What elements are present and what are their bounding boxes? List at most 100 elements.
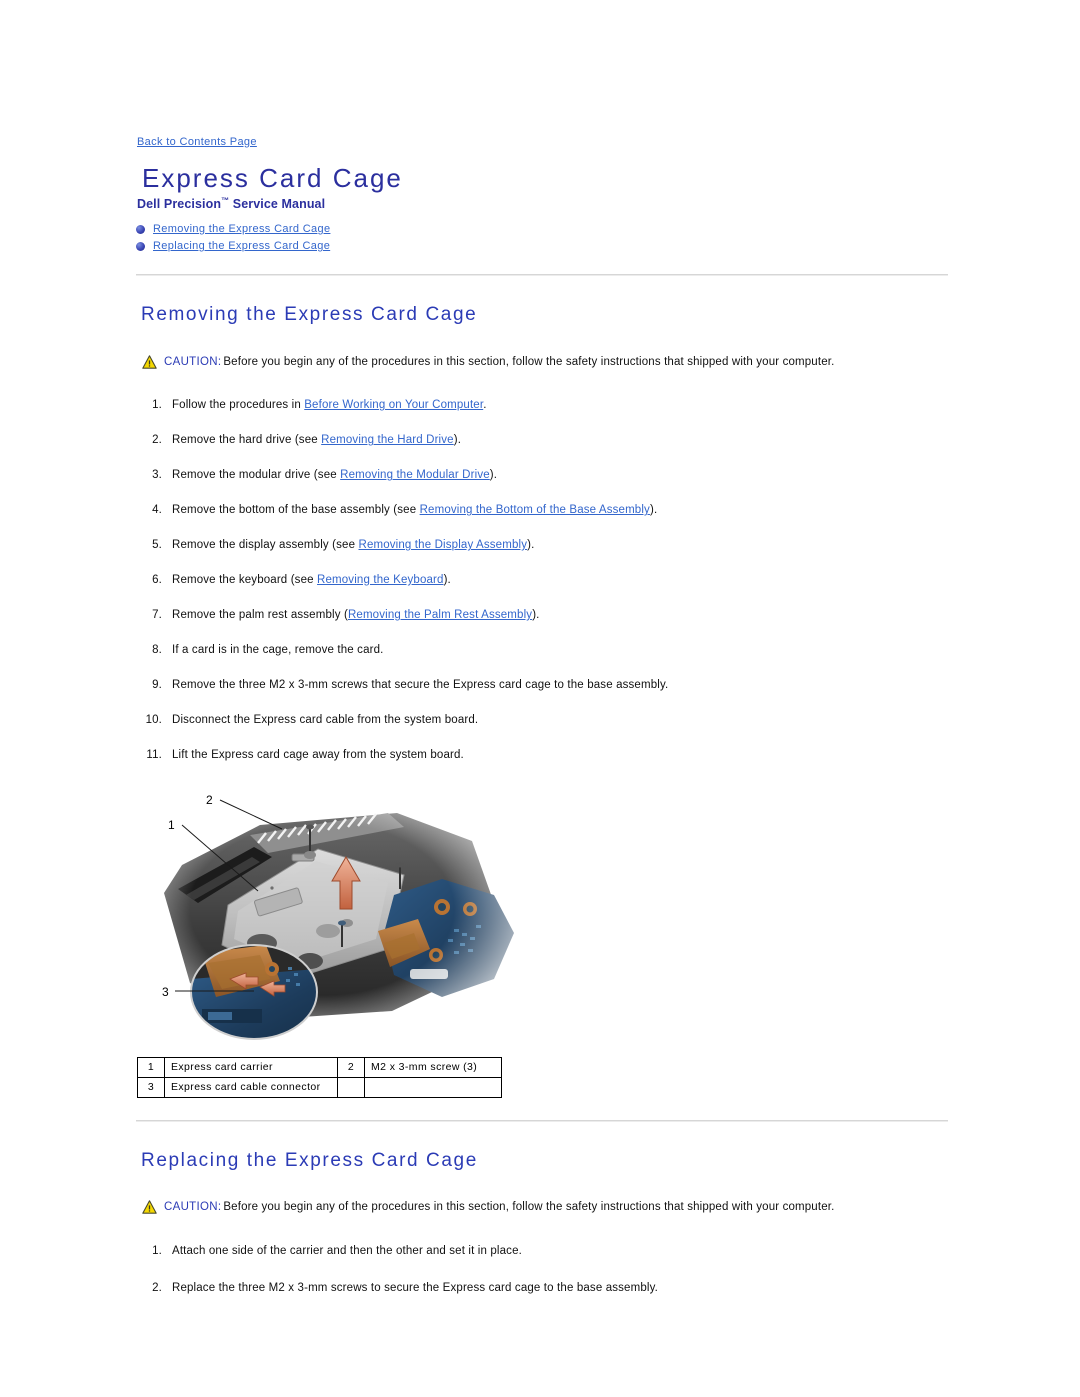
legend-label: Express card cable connector bbox=[164, 1076, 338, 1098]
caution-replacing: CAUTION: Before you begin any of the pro… bbox=[142, 1200, 952, 1220]
step-text-pre: Remove the hard drive (see bbox=[172, 434, 322, 447]
step-number: 11. bbox=[146, 748, 162, 761]
step-item: 8. If a card is in the cage, remove the c… bbox=[136, 643, 952, 658]
step-text-post: ). bbox=[489, 469, 498, 482]
step-text-pre: Remove the palm rest assembly ( bbox=[172, 608, 348, 621]
toc-link-replacing[interactable]: Replacing the Express Card Cage bbox=[153, 240, 330, 252]
step-link[interactable]: Removing the Palm Rest Assembly bbox=[348, 609, 532, 621]
figure-legend-table: 1 Express card carrier 2 M2 x 3-mm screw… bbox=[137, 1056, 502, 1098]
legend-label: Express card carrier bbox=[164, 1056, 338, 1078]
legend-label: M2 x 3-mm screw (3) bbox=[364, 1056, 502, 1078]
table-of-contents: Removing the Express Card Cage Replacing… bbox=[136, 223, 952, 252]
step-item: 4. Remove the bottom of the base assembly… bbox=[136, 503, 952, 518]
toc-item-replacing[interactable]: Replacing the Express Card Cage bbox=[136, 240, 952, 252]
step-text-post: ). bbox=[453, 434, 462, 447]
divider-bottom bbox=[136, 1119, 948, 1122]
step-text-post: . bbox=[483, 399, 487, 412]
page-title: Express Card Cage bbox=[142, 163, 403, 193]
callout-number-1: 1 bbox=[168, 818, 175, 832]
divider-top bbox=[136, 274, 948, 277]
step-text-pre: Follow the procedures in bbox=[172, 399, 305, 412]
toc-link-removing[interactable]: Removing the Express Card Cage bbox=[153, 223, 330, 235]
section-heading-replacing: Replacing the Express Card Cage bbox=[141, 1149, 478, 1171]
step-number: 1. bbox=[152, 399, 162, 412]
step-number: 2. bbox=[152, 434, 162, 447]
caution-text: Before you begin any of the procedures i… bbox=[223, 1201, 835, 1214]
step-link[interactable]: Removing the Hard Drive bbox=[321, 434, 454, 446]
step-number: 4. bbox=[152, 504, 162, 517]
step-item: 6. Remove the keyboard (see Removing the … bbox=[136, 573, 952, 588]
step-link[interactable]: Removing the Keyboard bbox=[317, 574, 444, 586]
figure-express-card-cage: 2 1 3 bbox=[142, 782, 542, 1045]
step-number: 3. bbox=[152, 469, 162, 482]
step-text-pre: Remove the modular drive (see bbox=[172, 469, 341, 482]
subtitle-brand: Dell Precision bbox=[137, 197, 222, 212]
legend-index: 1 bbox=[137, 1056, 165, 1078]
step-text-pre: If a card is in the cage, remove the car… bbox=[172, 643, 384, 656]
back-to-contents-link[interactable]: Back to Contents Page bbox=[137, 136, 257, 148]
step-number: 8. bbox=[152, 643, 162, 656]
step-link[interactable]: Removing the Bottom of the Base Assembly bbox=[420, 504, 650, 516]
step-text-post: ). bbox=[532, 608, 540, 621]
bullet-icon bbox=[136, 241, 145, 251]
step-item: 5. Remove the display assembly (see Remov… bbox=[136, 538, 952, 553]
step-text-post: ). bbox=[443, 574, 451, 587]
step-link[interactable]: Removing the Display Assembly bbox=[358, 539, 527, 551]
steps-list-replacing: 1. Attach one side of the carrier and the… bbox=[136, 1244, 952, 1296]
step-item: 7. Remove the palm rest assembly (Removin… bbox=[136, 608, 952, 623]
steps-list-removing: 1. Follow the procedures in Before Workin… bbox=[136, 398, 952, 762]
document-content: Back to Contents Page Express Card Cage … bbox=[136, 132, 952, 1318]
section-heading-removing: Removing the Express Card Cage bbox=[141, 304, 478, 326]
step-text-pre: Remove the display assembly (see bbox=[172, 539, 359, 552]
legend-label-empty bbox=[364, 1076, 502, 1098]
step-text-pre: Remove the bottom of the base assembly (… bbox=[172, 504, 420, 517]
step-text-pre: Lift the Express card cage away from the… bbox=[172, 748, 464, 761]
caution-label: CAUTION: bbox=[164, 355, 222, 368]
step-number: 1. bbox=[152, 1244, 162, 1257]
warning-triangle-icon bbox=[142, 1200, 157, 1220]
step-item: 3. Remove the modular drive (see Removing… bbox=[136, 468, 952, 483]
step-text-pre: Replace the three M2 x 3-mm screws to se… bbox=[172, 1281, 658, 1294]
step-item: 2. Replace the three M2 x 3-mm screws to … bbox=[136, 1281, 952, 1296]
step-text-post: ). bbox=[649, 504, 658, 517]
step-item: 9. Remove the three M2 x 3-mm screws that… bbox=[136, 678, 952, 693]
detail-inset bbox=[190, 943, 318, 1040]
page-subtitle: Dell Precision™ Service Manual bbox=[137, 196, 952, 211]
legend-index-empty bbox=[337, 1076, 365, 1098]
step-item: 1. Attach one side of the carrier and the… bbox=[136, 1244, 952, 1259]
document-page: Back to Contents Page Express Card Cage … bbox=[0, 0, 1080, 1397]
caution-label: CAUTION: bbox=[164, 1201, 222, 1214]
table-row: 3 Express card cable connector bbox=[137, 1076, 502, 1098]
step-text-pre: Disconnect the Express card cable from t… bbox=[172, 713, 479, 726]
step-number: 5. bbox=[152, 539, 162, 552]
step-number: 7. bbox=[152, 608, 162, 621]
table-row: 1 Express card carrier 2 M2 x 3-mm screw… bbox=[137, 1056, 502, 1078]
step-text-pre: Remove the keyboard (see bbox=[172, 574, 318, 587]
step-link[interactable]: Removing the Modular Drive bbox=[340, 469, 490, 481]
callout-number-2: 2 bbox=[206, 793, 213, 807]
step-item: 10. Disconnect the Express card cable fro… bbox=[136, 713, 952, 728]
step-item: 1. Follow the procedures in Before Workin… bbox=[136, 398, 952, 413]
figure-illustration: 2 1 3 bbox=[142, 782, 542, 1045]
callout-number-3: 3 bbox=[162, 985, 169, 999]
warning-triangle-icon bbox=[142, 355, 157, 375]
step-item: 2. Remove the hard drive (see Removing th… bbox=[136, 433, 952, 448]
caution-removing: CAUTION: Before you begin any of the pro… bbox=[142, 355, 952, 375]
bullet-icon bbox=[136, 224, 145, 234]
step-text-post: ). bbox=[527, 539, 535, 552]
trademark-icon: ™ bbox=[221, 195, 230, 205]
step-number: 10. bbox=[145, 713, 162, 726]
title-block: Express Card Cage Dell Precision™ Servic… bbox=[136, 163, 952, 211]
legend-index: 3 bbox=[137, 1076, 165, 1098]
step-text-pre: Remove the three M2 x 3-mm screws that s… bbox=[172, 678, 669, 691]
step-item: 11. Lift the Express card cage away from … bbox=[136, 748, 952, 763]
step-number: 6. bbox=[152, 574, 162, 587]
step-link[interactable]: Before Working on Your Computer bbox=[304, 399, 483, 411]
step-number: 2. bbox=[152, 1281, 162, 1294]
step-text-pre: Attach one side of the carrier and then … bbox=[172, 1244, 522, 1257]
legend-index: 2 bbox=[337, 1056, 365, 1078]
step-number: 9. bbox=[152, 678, 162, 691]
subtitle-rest: Service Manual bbox=[229, 197, 326, 212]
caution-text: Before you begin any of the procedures i… bbox=[223, 355, 835, 368]
toc-item-removing[interactable]: Removing the Express Card Cage bbox=[136, 223, 952, 235]
